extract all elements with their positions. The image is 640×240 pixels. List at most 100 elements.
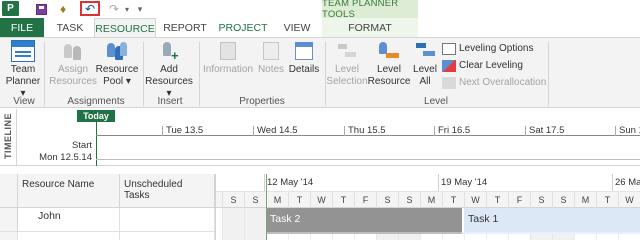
level-resource-label-1: Level	[377, 64, 401, 75]
team-planner-label-1: Team	[10, 64, 36, 75]
customize-quick-access-icon[interactable]: ▾	[135, 1, 145, 17]
gantt-today-line	[266, 174, 267, 240]
weekend-column	[244, 208, 266, 240]
clear-leveling-button[interactable]: Clear Leveling	[442, 58, 523, 73]
touch-mode-icon[interactable]: ♦	[56, 1, 70, 17]
day-header-cell: S	[530, 192, 552, 209]
customize-glyph: ▾	[137, 3, 143, 14]
resource-pool-icon	[105, 40, 129, 62]
save-icon[interactable]	[33, 1, 49, 17]
level-resource-label-2: Resource	[367, 76, 411, 87]
assign-resources-icon	[61, 40, 85, 62]
leveling-options-button[interactable]: Leveling Options	[442, 41, 534, 56]
group-label-view: View	[13, 96, 35, 107]
day-header-cell: M	[266, 192, 288, 209]
level-selection-button[interactable]: Level Selection	[326, 40, 368, 88]
add-resources-button[interactable]: + Add Resources ▾	[144, 40, 194, 100]
redo-icon[interactable]: ↷	[107, 1, 121, 17]
day-header-cell: S	[376, 192, 398, 209]
team-planner-icon	[11, 40, 35, 62]
information-label: Information	[202, 64, 254, 75]
day-header-cell: T	[596, 192, 618, 209]
tab-task[interactable]: TASK	[48, 18, 92, 37]
day-header-cell: W	[310, 192, 332, 209]
tab-project[interactable]: PROJECT	[216, 18, 270, 37]
level-all-label-2: All	[419, 76, 431, 87]
gantt-body[interactable]: Task 2 Task 1	[216, 208, 640, 240]
tab-resource[interactable]: RESOURCE	[94, 18, 156, 38]
level-resource-icon	[377, 40, 401, 62]
week-header: 26 May	[612, 174, 640, 191]
day-header-cell: T	[442, 192, 464, 209]
timeline-tick: Fri 16.5	[434, 126, 470, 136]
row-header[interactable]	[0, 208, 18, 232]
redo-glyph: ↷	[108, 2, 120, 16]
next-overallocation-icon	[442, 76, 456, 89]
tab-report[interactable]: REPORT	[160, 18, 210, 37]
details-label: Details	[288, 64, 320, 75]
level-all-button[interactable]: Level All	[410, 40, 440, 88]
resource-name-cell[interactable]: John	[18, 208, 120, 232]
assign-resources-button[interactable]: Assign Resources	[49, 40, 97, 88]
details-button[interactable]: Details	[288, 40, 320, 76]
notes-label: Notes	[257, 64, 285, 75]
timeline-tick: Wed 14.5	[253, 126, 298, 136]
undo-icon[interactable]: ↶	[80, 1, 100, 16]
resource-pool-button[interactable]: Resource Pool ▾	[96, 40, 138, 88]
project-app-icon[interactable]: P	[2, 1, 19, 16]
unscheduled-tasks-cell[interactable]	[120, 208, 215, 232]
column-header-unscheduled-tasks[interactable]: Unscheduled Tasks	[120, 174, 215, 208]
day-header-cell: T	[288, 192, 310, 209]
group-label-insert: Insert	[157, 96, 183, 107]
timeline-bar-bottom	[96, 159, 640, 160]
level-selection-label-2: Selection	[326, 76, 368, 87]
weekend-column	[222, 208, 244, 240]
assign-resources-label-1: Assign	[57, 64, 88, 75]
timeline-divider	[16, 109, 17, 166]
select-all-corner[interactable]	[0, 174, 18, 208]
team-planner-button[interactable]: Team Planner ▾	[6, 40, 40, 100]
team-planner-grid: Resource Name Unscheduled Tasks John 12 …	[0, 166, 640, 240]
group-separator	[548, 42, 549, 106]
column-header-resource-name[interactable]: Resource Name	[18, 174, 120, 208]
details-icon	[292, 40, 316, 62]
timeline-start-label: Start	[71, 140, 92, 151]
task-bar-shadow	[462, 232, 640, 234]
clear-leveling-icon	[442, 59, 456, 72]
today-marker: Today	[77, 110, 115, 122]
timeline-tick: Tue 13.5	[162, 126, 203, 136]
gantt-chart-area[interactable]: 12 May '14 19 May '14 26 May SSMTWTFSSMT…	[215, 174, 640, 240]
notes-button[interactable]: Notes	[256, 40, 286, 76]
level-resource-button[interactable]: Level Resource	[367, 40, 411, 88]
day-header-cell: S	[244, 192, 266, 209]
timeline-start-date: Mon 12.5.14	[39, 152, 92, 163]
resource-name-value: John	[38, 210, 61, 222]
contextual-tab-header: TEAM PLANNER TOOLS	[322, 0, 418, 20]
day-header-cell: F	[508, 192, 530, 209]
unscheduled-header-label: Unscheduled Tasks	[124, 179, 183, 201]
tab-file[interactable]: FILE	[0, 18, 44, 37]
day-header-cell: T	[332, 192, 354, 209]
resource-name-cell[interactable]	[18, 232, 120, 240]
row-header[interactable]	[0, 232, 18, 240]
timeline-tick: Sat 17.5	[525, 126, 564, 136]
day-header-cell: M	[420, 192, 442, 209]
unscheduled-tasks-cell[interactable]	[120, 232, 215, 240]
ribbon-tabs: FILE TASK RESOURCE REPORT PROJECT VIEW F…	[0, 18, 640, 38]
tab-format[interactable]: FORMAT	[322, 18, 418, 37]
day-header-row: SSMTWTFSSMTWTFSSMTW	[216, 191, 640, 209]
undo-glyph: ↶	[84, 1, 96, 16]
next-overallocation-button[interactable]: Next Overallocation	[442, 75, 546, 90]
timeline-tick: Sun 1	[615, 126, 640, 136]
day-header-cell: S	[552, 192, 574, 209]
timeline-pane[interactable]: TIMELINE Today Tue 13.5 Wed 14.5 Thu 15.…	[0, 109, 640, 166]
leveling-options-icon	[442, 42, 456, 55]
day-header-cell: T	[486, 192, 508, 209]
information-button[interactable]: Information	[202, 40, 254, 76]
ribbon: Team Planner ▾ View Assign Resources Res…	[0, 37, 640, 108]
tab-view[interactable]: VIEW	[276, 18, 318, 37]
week-header: 12 May '14	[264, 174, 313, 191]
undo-dropdown-icon[interactable]: ▾	[122, 1, 132, 17]
group-separator	[44, 42, 45, 106]
task-bar-label: Task 1	[468, 213, 499, 225]
